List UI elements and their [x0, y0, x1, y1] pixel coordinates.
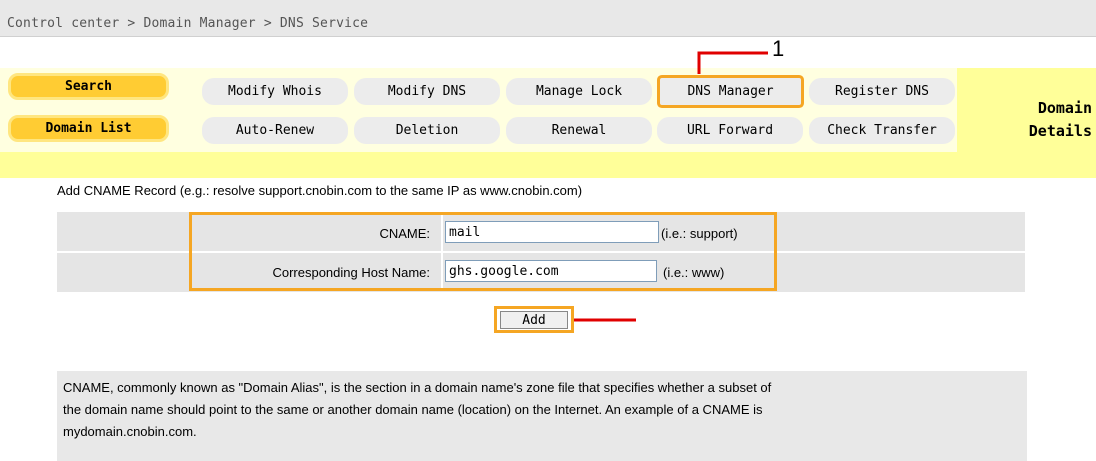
cname-input[interactable]: [445, 221, 659, 243]
cname-intro-text: Add CNAME Record (e.g.: resolve support.…: [57, 183, 583, 198]
cname-description: CNAME, commonly known as "Domain Alias",…: [57, 371, 1027, 461]
description-line-1: CNAME, commonly known as "Domain Alias",…: [63, 380, 772, 395]
host-name-hint: (i.e.: www): [663, 265, 725, 280]
host-name-input[interactable]: [445, 260, 657, 282]
marker-1-label: 1: [772, 36, 785, 61]
description-line-3: mydomain.cnobin.com.: [63, 424, 197, 439]
cname-label: CNAME:: [379, 226, 430, 241]
marker-1-line: [697, 51, 768, 74]
host-name-label: Corresponding Host Name:: [272, 265, 430, 280]
add-button[interactable]: Add: [500, 311, 568, 329]
description-line-2: the domain name should point to the same…: [63, 402, 763, 417]
form-column-divider: [441, 215, 443, 288]
cname-hint: (i.e.: support): [661, 226, 738, 241]
add-button-highlight: Add: [494, 306, 574, 333]
